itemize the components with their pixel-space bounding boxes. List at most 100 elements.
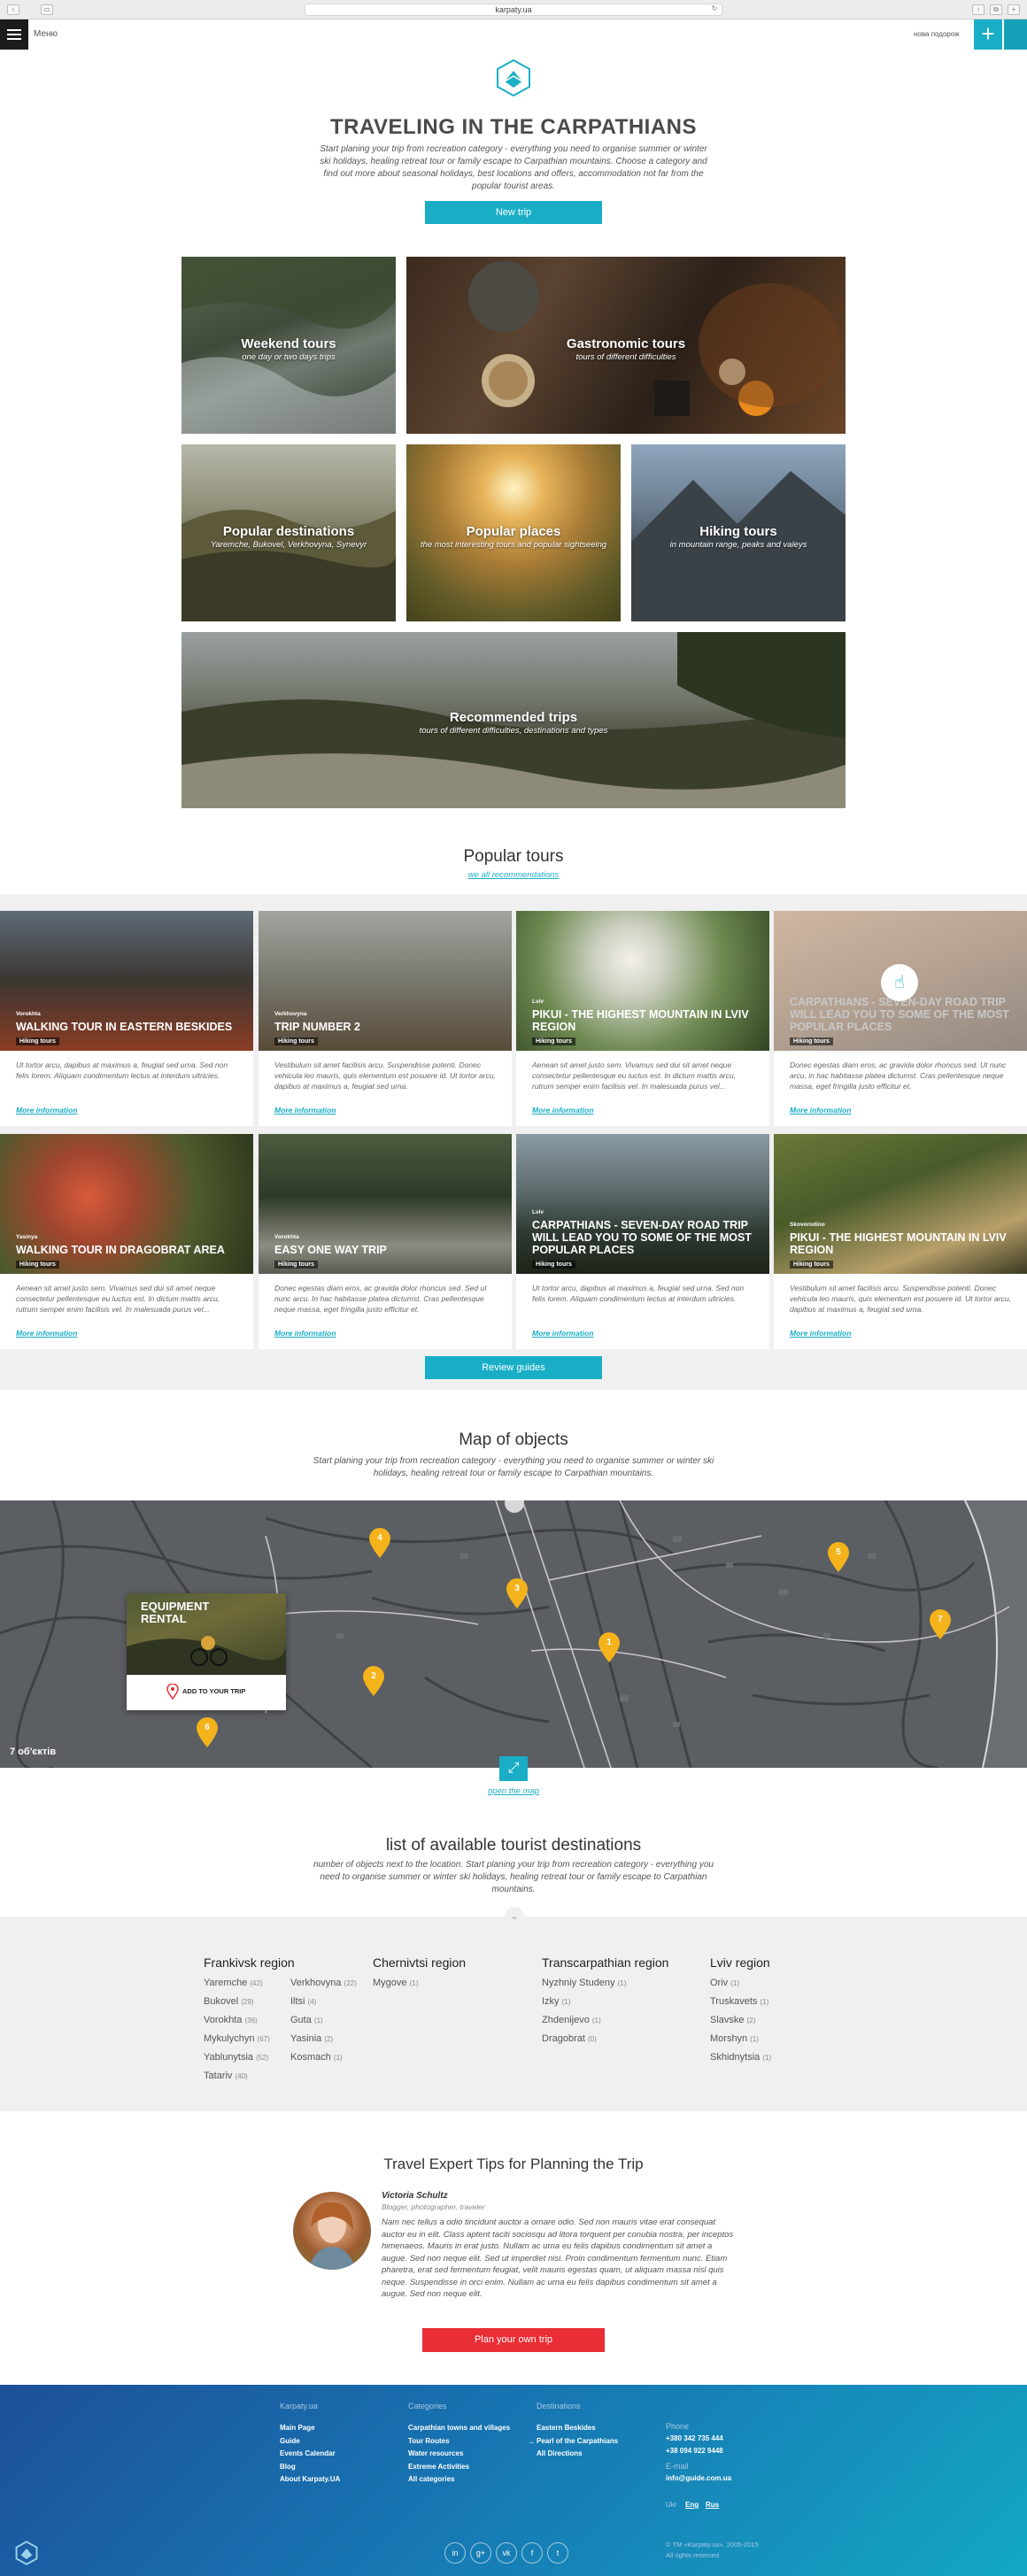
place-link[interactable]: Morshyn (1) — [710, 2030, 771, 2048]
expand-map-icon[interactable]: ⤢ — [499, 1756, 528, 1781]
menu-label[interactable]: Меню — [34, 29, 58, 39]
map-pin[interactable]: 5 — [826, 1541, 851, 1573]
sidebar-icon[interactable]: ▭ — [41, 4, 53, 15]
region-title[interactable]: Transcarpathian region — [542, 1955, 668, 1970]
tour-title[interactable]: PIKUI - THE HIGHEST MOUNTAIN IN LVIV REG… — [532, 1008, 764, 1033]
map-pin[interactable]: 2 — [361, 1665, 386, 1697]
phone-1[interactable]: +380 342 735 444 — [666, 2434, 723, 2442]
tour-card[interactable]: Vorokhta EASY ONE WAY TRIP Hiking tours Don… — [259, 1134, 512, 1349]
footer-link[interactable]: Extreme Activities — [408, 2461, 510, 2474]
place-link[interactable]: Slavske (2) — [710, 2011, 771, 2030]
tour-card[interactable]: Vorokhta WALKING TOUR IN EASTERN BESKIDES… — [0, 911, 253, 1126]
footer-link[interactable]: Eastern Beskides — [537, 2422, 618, 2435]
footer-link[interactable]: All categories — [408, 2473, 510, 2487]
footer-link[interactable]: Events Calendar — [280, 2448, 340, 2461]
tabs-icon[interactable]: ⧉ — [990, 4, 1002, 15]
account-button[interactable] — [1004, 19, 1027, 50]
place-link[interactable]: Yablunytsia (52) — [204, 2048, 270, 2067]
place-link[interactable]: Iltsi (4) — [290, 1993, 357, 2011]
region-title[interactable]: Chernivtsi region — [373, 1955, 466, 1970]
footer-link[interactable]: Pearl of the Carpathians — [537, 2435, 618, 2449]
footer-link[interactable]: Blog — [280, 2461, 340, 2474]
more-information-link[interactable]: More information — [16, 1106, 77, 1114]
map-pin[interactable]: 1 — [597, 1631, 622, 1663]
review-guides-button[interactable]: Review guides — [425, 1356, 602, 1379]
tour-card[interactable]: CARPATHIANS - SEVEN-DAY ROAD TRIP WILL L… — [774, 911, 1027, 1126]
place-link[interactable]: Mykulychyn (67) — [204, 2030, 270, 2048]
add-trip-button[interactable]: + — [974, 19, 1002, 50]
tour-card[interactable]: Verkhovyna TRIP NUMBER 2 Hiking tours Vesti… — [259, 911, 512, 1126]
tour-title[interactable]: TRIP NUMBER 2 — [274, 1021, 506, 1033]
menu-button[interactable] — [0, 19, 28, 50]
equipment-popup[interactable]: EQUIPMENT RENTAL ADD TO YOUR TRIP — [127, 1593, 286, 1710]
email-link[interactable]: info@guide.com.ua — [666, 2474, 731, 2482]
all-recommendations-link[interactable]: we all recommendations — [0, 870, 1027, 880]
more-information-link[interactable]: More information — [790, 1106, 851, 1114]
phone-2[interactable]: +38 094 922 9448 — [666, 2447, 723, 2455]
map-pin[interactable]: 3 — [505, 1577, 529, 1609]
reload-icon[interactable]: ↻ — [708, 4, 721, 15]
footer-link[interactable]: All Directions — [537, 2448, 618, 2461]
footer-link[interactable]: Guide — [280, 2435, 340, 2449]
new-trip-button[interactable]: New trip — [425, 201, 602, 224]
share-icon[interactable]: ↑ — [972, 4, 985, 15]
tour-title[interactable]: CARPATHIANS - SEVEN-DAY ROAD TRIP WILL L… — [532, 1219, 764, 1256]
place-link[interactable]: Bukovel (29) — [204, 1993, 270, 2011]
footer-link[interactable]: Main Page — [280, 2422, 340, 2435]
tour-title[interactable]: WALKING TOUR IN EASTERN BESKIDES — [16, 1021, 248, 1033]
category-tile-weekend[interactable]: Weekend tours one day or two days trips — [181, 257, 396, 434]
place-link[interactable]: Oriv (1) — [710, 1974, 771, 1993]
region-title[interactable]: Lviv region — [710, 1955, 770, 1970]
place-link[interactable]: Nyzhniy Studeny (1) — [542, 1974, 626, 1993]
category-tile-places[interactable]: Popular places the most interesting tour… — [406, 444, 621, 621]
category-tile-hiking[interactable]: Hiking tours in mountain range, peaks an… — [631, 444, 846, 621]
plan-trip-button[interactable]: Plan your own trip — [422, 2328, 605, 2352]
tour-title[interactable]: CARPATHIANS - SEVEN-DAY ROAD TRIP WILL L… — [790, 996, 1022, 1033]
map-pin[interactable]: 7 — [928, 1608, 953, 1640]
map-pin[interactable]: 6 — [195, 1716, 220, 1748]
more-information-link[interactable]: More information — [16, 1329, 77, 1338]
back-icon[interactable]: ‹ — [7, 4, 19, 15]
site-logo[interactable] — [494, 58, 533, 97]
expand-list-icon[interactable]: ⌄ — [505, 1907, 524, 1926]
footer-link[interactable]: Water resources — [408, 2448, 510, 2461]
googleplus-icon[interactable]: g+ — [470, 2542, 491, 2564]
lang-eng[interactable]: Eng — [685, 2501, 699, 2509]
place-link[interactable]: Kosmach (1) — [290, 2048, 357, 2067]
add-to-trip-button[interactable]: ADD TO YOUR TRIP — [182, 1687, 245, 1695]
place-link[interactable]: Vorokhta (36) — [204, 2011, 270, 2030]
hand-pointer-icon[interactable]: ☝ — [881, 964, 918, 1001]
footer-logo[interactable] — [14, 2541, 39, 2565]
place-link[interactable]: Tatariv (40) — [204, 2067, 270, 2086]
place-link[interactable]: Izky (1) — [542, 1993, 626, 2011]
instagram-icon[interactable]: in — [444, 2542, 466, 2564]
place-link[interactable]: Zhdenijevo (1) — [542, 2011, 626, 2030]
vk-icon[interactable]: vk — [496, 2542, 517, 2564]
more-information-link[interactable]: More information — [790, 1329, 851, 1338]
more-information-link[interactable]: More information — [274, 1329, 336, 1338]
new-tab-icon[interactable]: + — [1008, 4, 1020, 15]
footer-link[interactable]: Tour Routes — [408, 2435, 510, 2449]
more-information-link[interactable]: More information — [532, 1329, 593, 1338]
place-link[interactable]: Verkhovyna (22) — [290, 1974, 357, 1993]
place-link[interactable]: Truskavets (1) — [710, 1993, 771, 2011]
place-link[interactable]: Guta (1) — [290, 2011, 357, 2030]
category-tile-destinations[interactable]: Popular destinations Yaremche, Bukovel, … — [181, 444, 396, 621]
map-pin[interactable]: 4 — [367, 1527, 392, 1559]
category-tile-gastronomic[interactable]: Gastronomic tours tours of different dif… — [406, 257, 846, 434]
open-map-link[interactable]: open the map — [0, 1786, 1027, 1796]
place-link[interactable]: Skhidnytsia (1) — [710, 2048, 771, 2067]
tour-card[interactable]: Skovorodino PIKUI - THE HIGHEST MOUNTAIN … — [774, 1134, 1027, 1349]
address-bar[interactable]: karpaty.ua — [305, 4, 722, 16]
more-information-link[interactable]: More information — [532, 1106, 593, 1114]
tour-title[interactable]: PIKUI - THE HIGHEST MOUNTAIN IN LVIV REG… — [790, 1231, 1022, 1256]
tour-title[interactable]: WALKING TOUR IN DRAGOBRAT AREA — [16, 1244, 248, 1256]
tour-card[interactable]: Lviv PIKUI - THE HIGHEST MOUNTAIN IN LVIV… — [516, 911, 769, 1126]
place-link[interactable]: Yasinia (2) — [290, 2030, 357, 2048]
footer-link[interactable]: Carpathian towns and villages — [408, 2422, 510, 2435]
facebook-icon[interactable]: f — [521, 2542, 543, 2564]
lang-rus[interactable]: Rus — [706, 2501, 719, 2509]
twitter-icon[interactable]: t — [547, 2542, 568, 2564]
footer-link[interactable]: About Karpaty.UA — [280, 2473, 340, 2487]
place-link[interactable]: Dragobrat (0) — [542, 2030, 626, 2048]
